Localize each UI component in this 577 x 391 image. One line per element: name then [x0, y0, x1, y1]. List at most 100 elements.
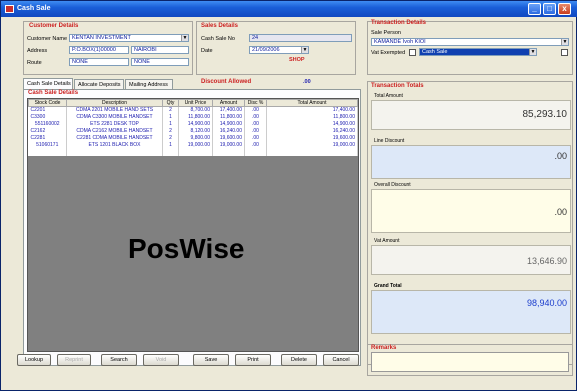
cell[interactable]: .00 [244, 127, 267, 135]
cell[interactable]: 551160002 [28, 120, 67, 128]
address-field[interactable]: P.O.BOX(1)00000 [69, 46, 129, 54]
customer-name-field[interactable]: KENTAN INVESTMENT ▼ [69, 34, 189, 42]
line-items-table: Stock Code Description Qty Unit Price Am… [28, 99, 358, 156]
chevron-down-icon[interactable]: ▼ [561, 39, 568, 45]
cell[interactable]: .00 [244, 134, 267, 142]
cell[interactable]: C3300 [28, 113, 67, 121]
total-amount-label: Total Amount [374, 93, 403, 99]
cell[interactable]: .00 [244, 106, 267, 114]
cell[interactable]: 11,800.00 [212, 113, 245, 121]
table-header-row: Stock Code Description Qty Unit Price Am… [28, 99, 358, 107]
cell[interactable]: 11,800.00 [178, 113, 213, 121]
maximize-button[interactable]: □ [543, 3, 556, 15]
table-row[interactable]: C2281 C2281 CDMA MOBILE HANDSET 2 9,800.00 1… [28, 134, 358, 142]
print-button[interactable]: Print [235, 354, 271, 366]
search-button[interactable]: Search [101, 354, 137, 366]
sale-type-field[interactable]: Cash Sale ▼ [419, 48, 537, 56]
overall-discount-value: .00 [371, 189, 571, 233]
cell[interactable]: 8,700.00 [178, 106, 213, 114]
sale-type-value: Cash Sale [422, 49, 448, 55]
tab-cash-sale-details[interactable]: Cash Sale Details [23, 78, 73, 89]
route-field-2[interactable]: NONE [131, 58, 189, 66]
cell[interactable]: 11,800.00 [266, 113, 358, 121]
cell[interactable]: CDMA C3300 MOBILE HANDSET [66, 113, 163, 121]
table-row[interactable]: 51060171 ETS 1201 BLACK BOX 1 19,000.00 19,0… [28, 141, 358, 149]
cell[interactable]: 1 [162, 141, 179, 149]
cell[interactable]: C2162 [28, 127, 67, 135]
column-header[interactable]: Total Amount [266, 99, 358, 107]
cell[interactable]: 14,900.00 [178, 120, 213, 128]
cell[interactable]: C2281 CDMA MOBILE HANDSET [66, 134, 163, 142]
cell[interactable]: CDMA C2162 MOBILE HANDSET [66, 127, 163, 135]
tab-mailing-address[interactable]: Mailing Address [125, 79, 173, 89]
chevron-down-icon[interactable]: ▼ [181, 35, 188, 41]
cash-sale-no-field[interactable]: 24 [249, 34, 352, 42]
tab-allocate-deposits[interactable]: Allocate Deposits [74, 79, 124, 89]
column-header[interactable]: Amount [212, 99, 245, 107]
cell[interactable]: ETS 2281 DESK TOP [66, 120, 163, 128]
sale-person-field[interactable]: KAMANDE Ivoh KIOI ▼ [371, 38, 569, 46]
cell[interactable]: 19,000.00 [266, 141, 358, 149]
cell[interactable]: .00 [244, 120, 267, 128]
table-row[interactable]: C3300 CDMA C3300 MOBILE HANDSET 1 11,800.00… [28, 113, 358, 121]
cancel-button[interactable]: Cancel [323, 354, 359, 366]
cell[interactable]: 2 [162, 106, 179, 114]
lookup-button[interactable]: Lookup [17, 354, 51, 366]
void-button[interactable]: Void [143, 354, 179, 366]
remarks-input[interactable] [371, 352, 569, 372]
cell[interactable]: C2201 [28, 106, 67, 114]
cell[interactable]: 19,000.00 [212, 141, 245, 149]
table-row[interactable]: C2201 CDMA 2201 MOBILE HAND SETS 2 8,700.00… [28, 106, 358, 114]
cell[interactable]: C2281 [28, 134, 67, 142]
column-header[interactable]: Description [66, 99, 163, 107]
chevron-down-icon[interactable]: ▼ [529, 49, 536, 55]
column-header[interactable]: Qty [162, 99, 179, 107]
reprint-button[interactable]: Reprint [57, 354, 91, 366]
cell[interactable]: 9,800.00 [178, 134, 213, 142]
cell[interactable]: 17,400.00 [266, 106, 358, 114]
line-items-grid[interactable]: Stock Code Description Qty Unit Price Am… [27, 98, 359, 352]
cell[interactable]: 14,900.00 [212, 120, 245, 128]
cell[interactable]: CDMA 2201 MOBILE HAND SETS [66, 106, 163, 114]
vat-exempted-checkbox[interactable] [409, 49, 416, 56]
cell[interactable]: .00 [244, 141, 267, 149]
city-field[interactable]: NAIROBI [131, 46, 189, 54]
cell[interactable]: 1 [162, 120, 179, 128]
vat-exempted-label: Vat Exempted [371, 50, 406, 56]
cell[interactable]: 17,400.00 [212, 106, 245, 114]
column-header[interactable]: Stock Code [28, 99, 67, 107]
title-bar[interactable]: Cash Sale _ □ x [1, 1, 577, 17]
option-checkbox[interactable] [561, 49, 568, 56]
table-row-empty[interactable] [28, 148, 358, 156]
shop-label: SHOP [289, 57, 305, 63]
minimize-button[interactable]: _ [528, 3, 541, 15]
cell[interactable]: .00 [244, 113, 267, 121]
cell[interactable]: 19,600.00 [266, 134, 358, 142]
column-header[interactable]: Disc % [244, 99, 267, 107]
cell[interactable]: 19,000.00 [178, 141, 213, 149]
cell[interactable]: 8,120.00 [178, 127, 213, 135]
chevron-down-icon[interactable]: ▼ [301, 47, 308, 53]
route-field[interactable]: NONE [69, 58, 129, 66]
line-discount-label: Line Discount [374, 138, 405, 144]
close-button[interactable]: x [558, 3, 571, 15]
discount-allowed-value: .00 [303, 79, 311, 85]
sales-details-title: Sales Details [201, 23, 239, 29]
cell[interactable]: 16,240.00 [266, 127, 358, 135]
cell[interactable]: 2 [162, 134, 179, 142]
cell[interactable]: 16,240.00 [212, 127, 245, 135]
date-label: Date [201, 48, 213, 54]
cell[interactable]: 1 [162, 113, 179, 121]
delete-button[interactable]: Delete [281, 354, 317, 366]
table-row[interactable]: 551160002 ETS 2281 DESK TOP 1 14,900.00 14,9… [28, 120, 358, 128]
save-button[interactable]: Save [193, 354, 229, 366]
cell[interactable]: 2 [162, 127, 179, 135]
column-header[interactable]: Unit Price [178, 99, 213, 107]
cell[interactable]: ETS 1201 BLACK BOX [66, 141, 163, 149]
cell[interactable]: 19,600.00 [212, 134, 245, 142]
cell[interactable]: 51060171 [28, 141, 67, 149]
date-field[interactable]: 21/09/2006 ▼ [249, 46, 309, 54]
table-row[interactable]: C2162 CDMA C2162 MOBILE HANDSET 2 8,120.00 1… [28, 127, 358, 135]
customer-name-value: KENTAN INVESTMENT [72, 35, 131, 41]
cell[interactable]: 14,900.00 [266, 120, 358, 128]
